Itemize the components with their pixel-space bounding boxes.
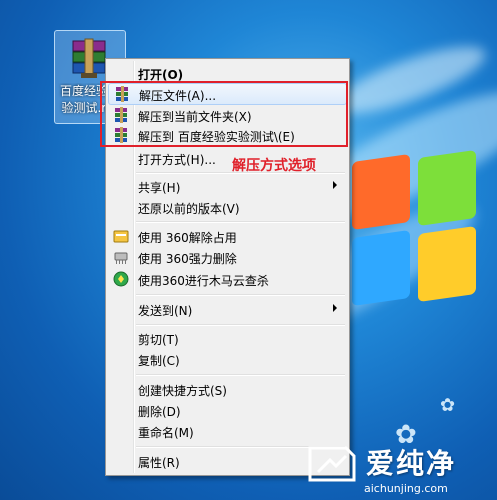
watermark-url: aichunjing.com — [364, 482, 448, 495]
menu-item-restore-versions[interactable]: 还原以前的版本(V) — [108, 197, 345, 217]
menu-separator — [136, 221, 345, 223]
watermark-logo-icon — [308, 446, 356, 482]
menu-item-label: 创建快捷方式(S) — [138, 384, 227, 398]
menu-item-label: 复制(C) — [138, 354, 180, 368]
360-scan-icon — [113, 271, 129, 287]
submenu-arrow-icon — [333, 304, 337, 312]
watermark: 爱纯净 aichunjing.com — [300, 440, 497, 500]
menu-item-create-shortcut[interactable]: 创建快捷方式(S) — [108, 379, 345, 399]
menu-item-open[interactable]: 打开(O) — [108, 63, 345, 83]
menu-item-360-shred[interactable]: 使用 360强力删除 — [108, 247, 345, 267]
menu-item-label: 重命名(M) — [138, 426, 194, 440]
flower-decoration: ✿ — [440, 395, 456, 416]
menu-item-label: 删除(D) — [138, 405, 181, 419]
annotation-highlight-box — [100, 81, 348, 147]
annotation-label: 解压方式选项 — [232, 158, 316, 174]
menu-item-label: 发送到(N) — [138, 304, 193, 318]
menu-item-360-trojan-scan[interactable]: 使用360进行木马云查杀 — [108, 269, 345, 289]
menu-separator — [136, 294, 345, 296]
menu-item-360-unlock[interactable]: 使用 360解除占用 — [108, 226, 345, 246]
menu-item-label: 属性(R) — [138, 456, 180, 470]
menu-item-share[interactable]: 共享(H) — [108, 176, 345, 196]
menu-item-copy[interactable]: 复制(C) — [108, 349, 345, 369]
360-unlock-icon — [113, 230, 129, 243]
submenu-arrow-icon — [333, 181, 337, 189]
menu-item-label: 使用360进行木马云查杀 — [138, 274, 269, 288]
menu-item-delete[interactable]: 删除(D) — [108, 400, 345, 420]
menu-item-label: 剪切(T) — [138, 333, 179, 347]
360-shred-icon — [114, 252, 128, 264]
menu-item-rename[interactable]: 重命名(M) — [108, 421, 345, 441]
menu-item-send-to[interactable]: 发送到(N) — [108, 299, 345, 319]
menu-item-label: 使用 360强力删除 — [138, 252, 237, 266]
menu-item-label: 还原以前的版本(V) — [138, 202, 240, 216]
windows-logo-wallpaper — [352, 149, 482, 338]
menu-separator — [136, 374, 345, 376]
watermark-text: 爱纯净 — [366, 447, 457, 480]
menu-item-cut[interactable]: 剪切(T) — [108, 328, 345, 348]
menu-item-label: 使用 360解除占用 — [138, 231, 237, 245]
menu-separator — [136, 324, 345, 326]
menu-item-label: 共享(H) — [138, 181, 181, 195]
menu-item-label: 打开方式(H)... — [138, 153, 216, 167]
